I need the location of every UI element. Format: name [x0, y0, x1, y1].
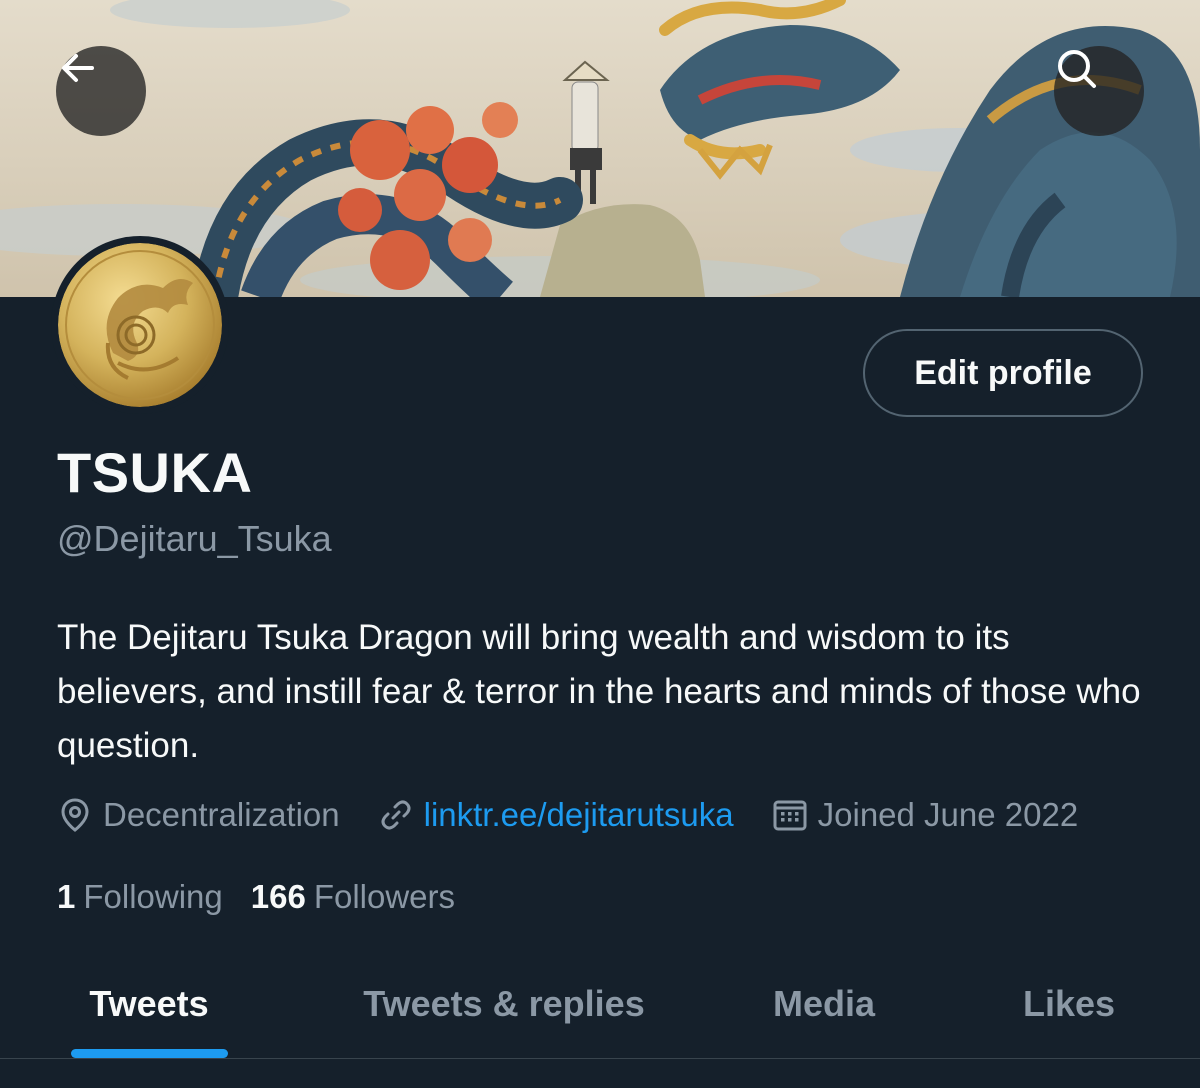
tab-likes[interactable]: Likes	[995, 950, 1143, 1058]
dragon-coin-logo	[58, 243, 222, 407]
edit-profile-button[interactable]: Edit profile	[863, 329, 1143, 417]
following-count: 1	[57, 878, 76, 915]
search-button[interactable]	[1054, 46, 1144, 136]
avatar[interactable]	[51, 236, 229, 414]
tab-media[interactable]: Media	[740, 950, 908, 1058]
following-label: Following	[83, 878, 223, 915]
arrow-left-icon	[62, 54, 94, 82]
display-name: TSUKA	[57, 441, 253, 504]
profile-meta-row: Decentralization linktr.ee/dejitarutsuka…	[57, 790, 1116, 840]
joined-item: Joined June 2022	[772, 796, 1079, 834]
followers-link[interactable]: 166 Followers	[251, 878, 455, 916]
profile-tabs: Tweets Tweets & replies Media Likes	[0, 950, 1200, 1058]
location-pin-icon	[61, 798, 89, 832]
followers-label: Followers	[313, 878, 456, 915]
website-link[interactable]: linktr.ee/dejitarutsuka	[424, 796, 734, 834]
profile-page: Edit profile TSUKA @Dejitaru_Tsuka The D…	[0, 0, 1200, 1088]
back-button[interactable]	[56, 46, 146, 136]
tabs-divider	[0, 1058, 1200, 1059]
avatar-image	[58, 243, 222, 407]
joined-date: Joined June 2022	[817, 796, 1079, 833]
website-item[interactable]: linktr.ee/dejitarutsuka	[378, 796, 734, 834]
tab-tweets-and-replies[interactable]: Tweets & replies	[330, 950, 678, 1058]
location-text: Decentralization	[103, 796, 340, 833]
profile-handle: @Dejitaru_Tsuka	[57, 518, 332, 559]
followers-count: 166	[250, 878, 306, 915]
link-icon	[381, 800, 411, 830]
profile-bio: The Dejitaru Tsuka Dragon will bring wea…	[57, 618, 1141, 765]
active-tab-indicator	[71, 1049, 228, 1058]
tab-tweets[interactable]: Tweets	[40, 950, 258, 1058]
location-item: Decentralization	[57, 796, 340, 834]
following-link[interactable]: 1 Following	[57, 878, 223, 916]
search-icon	[1058, 50, 1096, 88]
calendar-icon	[773, 800, 807, 831]
follow-stats: 1 Following 166 Followers	[57, 872, 483, 922]
